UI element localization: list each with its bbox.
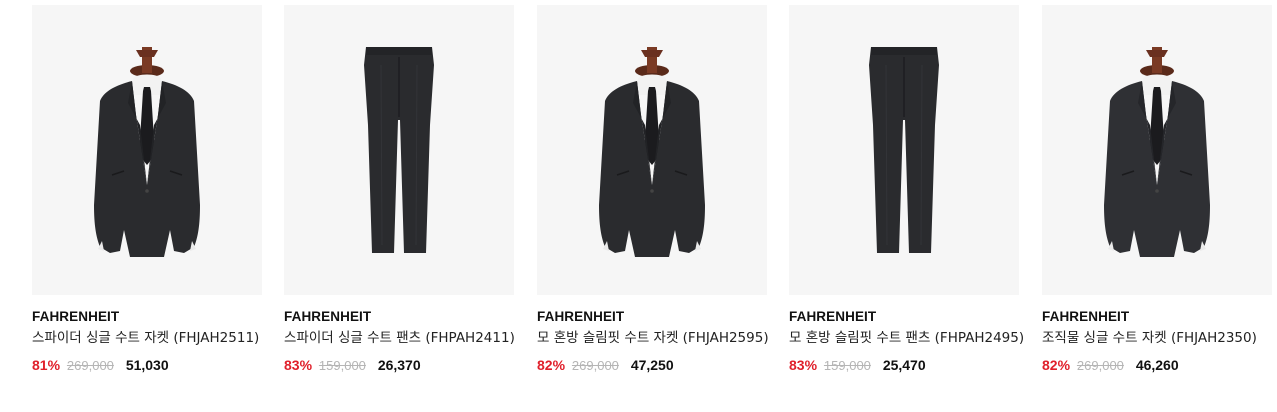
sale-price: 51,030	[125, 357, 169, 373]
sale-price: 47,250	[630, 357, 674, 373]
original-price: 159,000	[823, 358, 871, 373]
discount-rate: 83%	[789, 357, 818, 373]
product-price-row: 83% 159,000 25,470	[789, 356, 1019, 375]
product-price-row: 83% 159,000 26,370	[284, 356, 514, 375]
product-name[interactable]: 스파이더 싱글 수트 자켓 (FHJAH2511)	[32, 330, 262, 347]
product-brand: FAHRENHEIT	[1042, 309, 1130, 324]
suit-pants-image	[869, 47, 939, 253]
original-price: 159,000	[318, 358, 366, 373]
product-image[interactable]	[1042, 5, 1272, 295]
product-brand: FAHRENHEIT	[32, 309, 120, 324]
product-price-row: 82% 269,000 46,260	[1042, 356, 1272, 375]
product-price-row: 81% 269,000 51,030	[32, 356, 262, 375]
suit-jacket-image	[1104, 47, 1210, 257]
product-price-row: 82% 269,000 47,250	[537, 356, 767, 375]
discount-rate: 81%	[32, 357, 61, 373]
product-card[interactable]: FAHRENHEIT 스파이더 싱글 수트 팬츠 (FHPAH2411) 83%…	[284, 5, 515, 375]
product-name[interactable]: 모 혼방 슬림핏 수트 팬츠 (FHPAH2495)	[789, 330, 1024, 347]
product-name[interactable]: 모 혼방 슬림핏 수트 자켓 (FHJAH2595)	[537, 330, 769, 347]
suit-jacket-image	[599, 47, 705, 257]
sale-price: 26,370	[377, 357, 421, 373]
product-name[interactable]: 조직물 싱글 수트 자켓 (FHJAH2350)	[1042, 330, 1272, 347]
product-brand: FAHRENHEIT	[537, 309, 625, 324]
original-price: 269,000	[66, 358, 114, 373]
product-image[interactable]	[32, 5, 262, 295]
product-card[interactable]: FAHRENHEIT 스파이더 싱글 수트 자켓 (FHJAH2511) 81%…	[32, 5, 262, 375]
product-brand: FAHRENHEIT	[789, 309, 877, 324]
discount-rate: 82%	[537, 357, 566, 373]
suit-pants-image	[364, 47, 434, 253]
sale-price: 25,470	[882, 357, 926, 373]
product-card[interactable]: FAHRENHEIT 모 혼방 슬림핏 수트 자켓 (FHJAH2595) 82…	[537, 5, 769, 375]
product-card[interactable]: FAHRENHEIT 조직물 싱글 수트 자켓 (FHJAH2350) 82% …	[1042, 5, 1272, 375]
product-image[interactable]	[284, 5, 514, 295]
sale-price: 46,260	[1135, 357, 1179, 373]
original-price: 269,000	[571, 358, 619, 373]
suit-jacket-image	[94, 47, 200, 257]
product-image[interactable]	[789, 5, 1019, 295]
product-name[interactable]: 스파이더 싱글 수트 팬츠 (FHPAH2411)	[284, 330, 515, 347]
product-grid: FAHRENHEIT 스파이더 싱글 수트 자켓 (FHJAH2511) 81%…	[0, 0, 1277, 412]
product-card[interactable]: FAHRENHEIT 모 혼방 슬림핏 수트 팬츠 (FHPAH2495) 83…	[789, 5, 1024, 375]
product-image[interactable]	[537, 5, 767, 295]
original-price: 269,000	[1076, 358, 1124, 373]
product-brand: FAHRENHEIT	[284, 309, 372, 324]
discount-rate: 83%	[284, 357, 313, 373]
discount-rate: 82%	[1042, 357, 1071, 373]
